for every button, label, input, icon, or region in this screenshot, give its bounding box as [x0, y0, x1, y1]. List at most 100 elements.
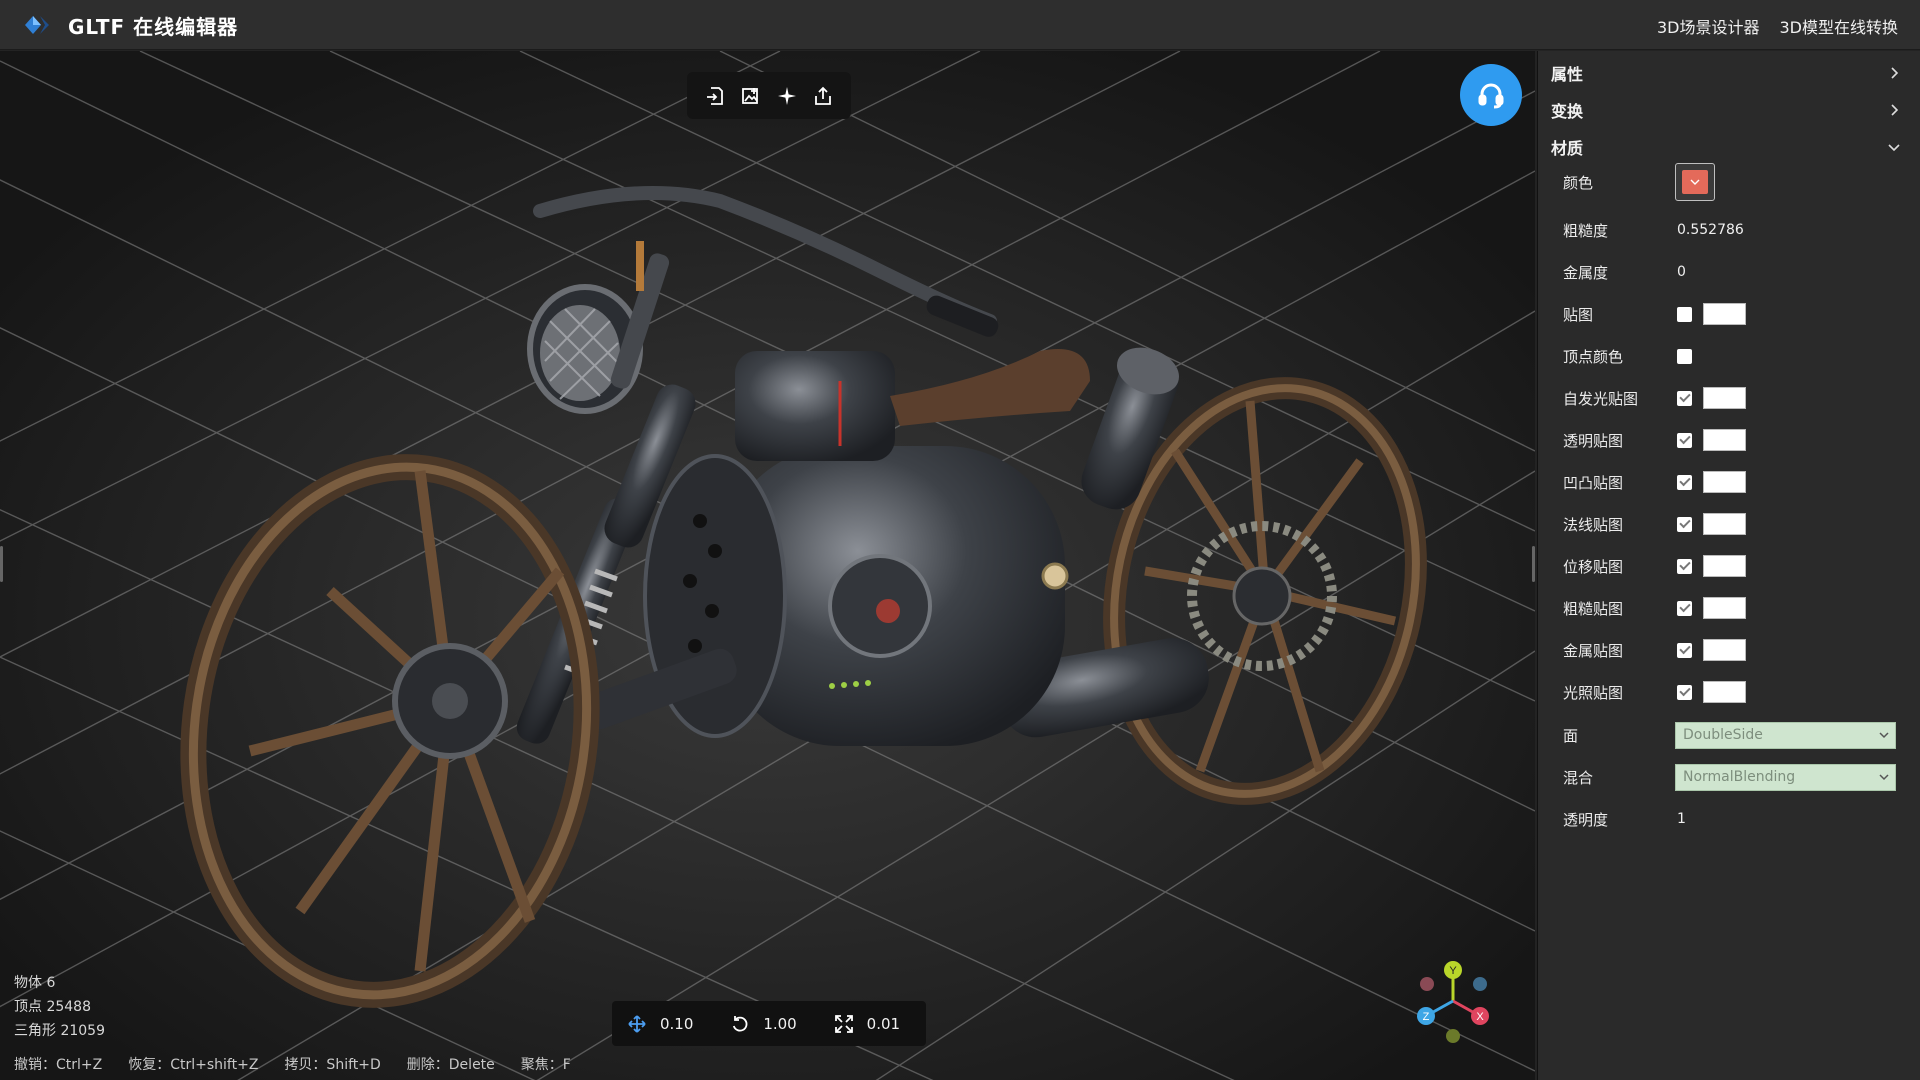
section-properties-label: 属性	[1551, 64, 1584, 84]
metalness-row: 金属度 0	[1538, 251, 1920, 293]
roughness-value[interactable]: 0.552786	[1677, 222, 1744, 238]
opacity-row: 透明度 1	[1538, 798, 1920, 840]
object-count: 物体 6	[14, 975, 56, 991]
chevron-down-icon	[1879, 773, 1889, 780]
chevron-right-icon	[1891, 66, 1899, 79]
top-bar: GLTF 在线编辑器 3D场景设计器 3D模型在线转换	[0, 0, 1920, 50]
emissive-map-slot[interactable]	[1703, 387, 1746, 409]
shortcut-undo: 撤销：Ctrl+Z	[14, 1057, 103, 1073]
vertex-color-checkbox[interactable]	[1677, 348, 1692, 364]
rotate-icon	[733, 1015, 748, 1032]
side-select-value: DoubleSide	[1683, 727, 1763, 743]
alpha-map-checkbox[interactable]	[1677, 432, 1692, 448]
shortcut-delete: 删除：Delete	[406, 1057, 495, 1073]
axis-z-label: Z	[1423, 1011, 1430, 1023]
left-resize-handle[interactable]	[0, 546, 3, 582]
metalness-map-slot[interactable]	[1703, 639, 1746, 661]
chevron-down-icon	[1690, 179, 1700, 185]
roughness-row: 粗糙度 0.552786	[1538, 209, 1920, 251]
normal-map-row: 法线贴图	[1538, 503, 1920, 545]
roughness-map-label: 粗糙贴图	[1563, 599, 1624, 618]
emissive-map-row: 自发光贴图	[1538, 377, 1920, 419]
roughness-map-slot[interactable]	[1703, 597, 1746, 619]
metalness-map-row: 金属贴图	[1538, 629, 1920, 671]
light-map-slot[interactable]	[1703, 681, 1746, 703]
nav-scene-designer-link[interactable]: 3D场景设计器	[1657, 14, 1760, 38]
section-material-label: 材质	[1551, 138, 1584, 158]
opacity-value[interactable]: 1	[1677, 811, 1686, 827]
emissive-map-label: 自发光贴图	[1563, 389, 1639, 408]
bump-map-checkbox[interactable]	[1677, 474, 1692, 490]
triangle-count: 三角形 21059	[14, 1023, 105, 1039]
panel-resize-handle[interactable]	[1532, 546, 1535, 582]
nav-model-converter-link[interactable]: 3D模型在线转换	[1779, 14, 1898, 38]
map-checkbox[interactable]	[1677, 306, 1692, 322]
3d-viewport[interactable]: 物体 6 顶点 25488 三角形 21059 撤销：Ctrl+Z 恢复：Ctr…	[0, 51, 1535, 1080]
alpha-map-slot[interactable]	[1703, 429, 1746, 451]
metalness-label: 金属度	[1563, 263, 1609, 282]
vertex-color-label: 顶点颜色	[1563, 347, 1624, 366]
map-label: 贴图	[1563, 305, 1594, 324]
section-properties[interactable]: 属性	[1538, 54, 1920, 91]
alpha-map-row: 透明贴图	[1538, 419, 1920, 461]
import-image-icon[interactable]	[738, 83, 764, 109]
bump-map-label: 凹凸贴图	[1563, 473, 1624, 492]
scale-snap[interactable]: 0.01	[829, 1015, 926, 1033]
opacity-label: 透明度	[1563, 810, 1609, 829]
shortcut-hints: 撤销：Ctrl+Z 恢复：Ctrl+shift+Z 拷贝：Shift+D 删除：…	[14, 1054, 571, 1074]
headset-icon	[1478, 83, 1504, 109]
emissive-map-checkbox[interactable]	[1677, 390, 1692, 406]
normal-map-checkbox[interactable]	[1677, 516, 1692, 532]
export-icon[interactable]	[810, 83, 836, 109]
bump-map-slot[interactable]	[1703, 471, 1746, 493]
chevron-down-icon	[1879, 731, 1889, 738]
light-map-row: 光照贴图	[1538, 671, 1920, 713]
snap-settings-bar: 0.10 1.00 0.01	[612, 1001, 926, 1046]
displacement-map-checkbox[interactable]	[1677, 558, 1692, 574]
roughness-label: 粗糙度	[1563, 221, 1609, 240]
metalness-map-checkbox[interactable]	[1677, 642, 1692, 658]
translate-snap-value: 0.10	[660, 1014, 694, 1033]
section-material[interactable]: 材质	[1538, 128, 1920, 165]
roughness-map-row: 粗糙贴图	[1538, 587, 1920, 629]
scene-canvas[interactable]	[0, 51, 1535, 1080]
roughness-map-checkbox[interactable]	[1677, 600, 1692, 616]
map-row: 贴图	[1538, 293, 1920, 335]
metalness-map-label: 金属贴图	[1563, 641, 1624, 660]
vertex-count: 顶点 25488	[14, 999, 91, 1015]
customer-support-button[interactable]	[1460, 64, 1522, 126]
shortcut-copy: 拷贝：Shift+D	[284, 1057, 381, 1073]
section-transform[interactable]: 变换	[1538, 91, 1920, 128]
translate-snap[interactable]: 0.10	[622, 1015, 719, 1033]
alpha-map-label: 透明贴图	[1563, 431, 1624, 450]
rotate-snap[interactable]: 1.00	[725, 1015, 822, 1033]
light-icon[interactable]	[774, 83, 800, 109]
material-color-row: 颜色	[1538, 161, 1920, 203]
metalness-value[interactable]: 0	[1677, 264, 1686, 280]
scene-stats: 物体 6 顶点 25488 三角形 21059	[14, 971, 105, 1043]
scale-snap-value: 0.01	[866, 1014, 901, 1033]
color-picker-button[interactable]	[1675, 163, 1715, 201]
light-map-checkbox[interactable]	[1677, 684, 1692, 700]
chevron-down-icon	[1888, 143, 1900, 151]
side-select[interactable]: DoubleSide	[1675, 721, 1896, 749]
top-nav: 3D场景设计器 3D模型在线转换	[1657, 14, 1898, 38]
rotate-snap-value: 1.00	[763, 1014, 797, 1033]
chevron-right-icon	[1891, 103, 1899, 116]
map-texture-slot[interactable]	[1703, 303, 1746, 325]
blending-select-value: NormalBlending	[1683, 769, 1796, 785]
move-icon	[628, 1014, 646, 1033]
displacement-map-label: 位移贴图	[1563, 557, 1624, 576]
displacement-map-slot[interactable]	[1703, 555, 1746, 577]
import-icon[interactable]	[702, 83, 728, 109]
displacement-map-row: 位移贴图	[1538, 545, 1920, 587]
vertex-color-row: 顶点颜色	[1538, 335, 1920, 377]
shortcut-focus: 聚焦：F	[520, 1057, 571, 1073]
bump-map-row: 凹凸贴图	[1538, 461, 1920, 503]
axis-x-label: X	[1476, 1011, 1484, 1023]
blending-select[interactable]: NormalBlending	[1675, 763, 1896, 791]
properties-panel: 属性 变换 材质 颜色 粗糙度 0.552786 金属度 0 贴图 顶点颜色 自…	[1537, 51, 1920, 1080]
normal-map-slot[interactable]	[1703, 513, 1746, 535]
app-title: GLTF 在线编辑器	[68, 15, 239, 39]
axis-gizmo[interactable]: Y X Z	[1408, 956, 1498, 1046]
